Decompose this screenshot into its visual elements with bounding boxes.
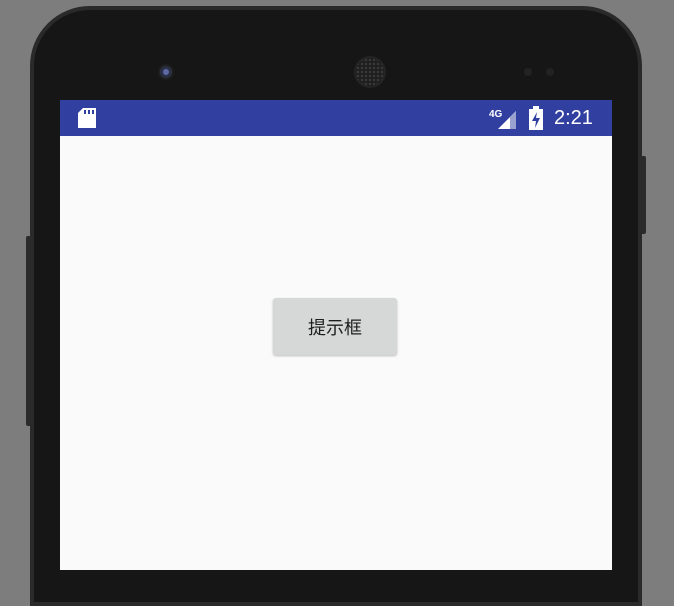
power-button[interactable]	[640, 156, 646, 234]
front-camera	[160, 66, 172, 78]
proximity-sensor	[524, 68, 532, 76]
earpiece-speaker	[356, 58, 384, 86]
network-type-label: 4G	[489, 109, 503, 120]
battery-charging-icon	[529, 106, 543, 130]
light-sensor	[546, 68, 554, 76]
clock-time: 2:21	[554, 107, 593, 129]
status-bar: 4G 2:21	[60, 100, 612, 136]
show-dialog-button[interactable]: 提示框	[273, 298, 397, 355]
signal-icon: 4G	[489, 109, 516, 129]
volume-rocker[interactable]	[26, 236, 32, 426]
app-screen: 4G 2:21 提示框	[60, 100, 612, 570]
sd-card-icon	[78, 108, 96, 128]
